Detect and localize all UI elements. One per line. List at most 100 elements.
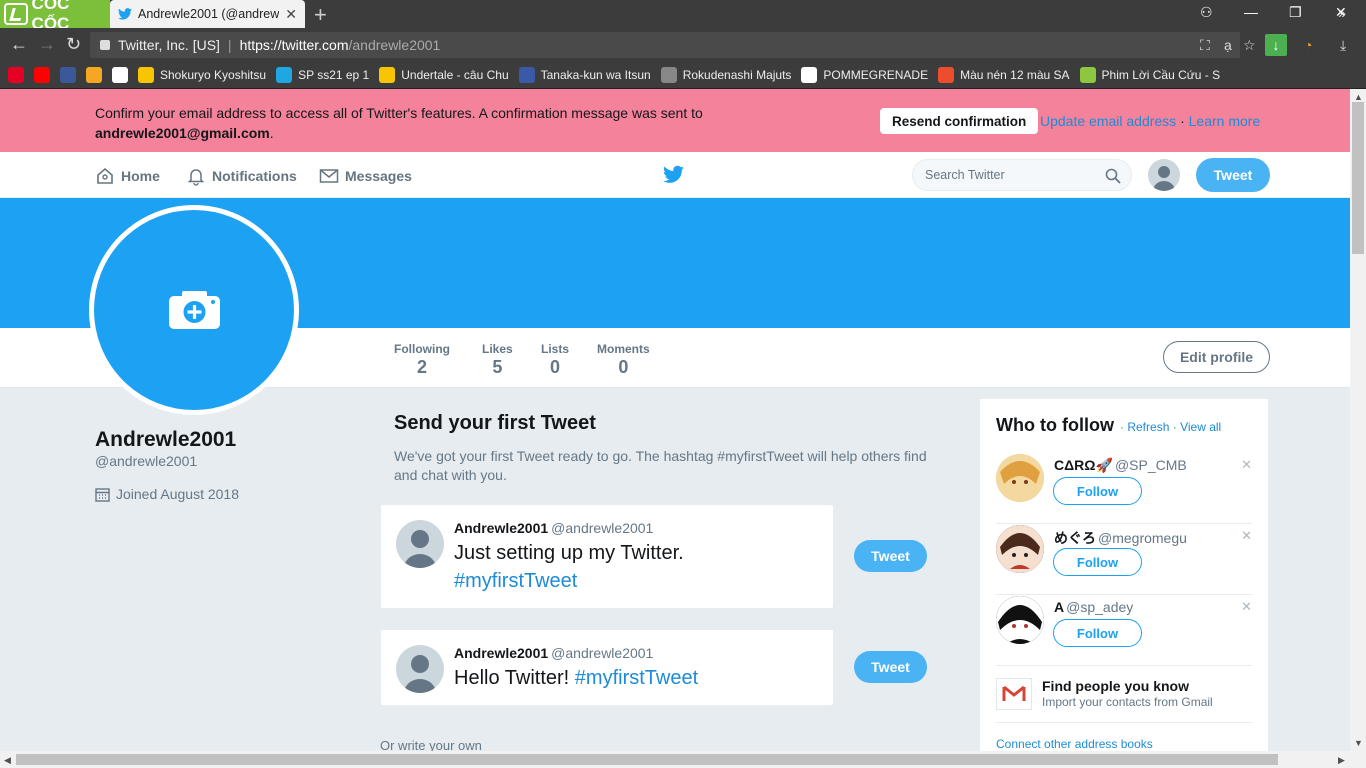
stat-following[interactable]: Following 2 [394,342,450,378]
nav-messages-label: Messages [345,168,412,184]
incognito-icon[interactable]: ⚇ [1200,4,1213,21]
view-all-link[interactable]: View all [1180,420,1221,434]
bookmark-item[interactable] [86,67,102,83]
suggestion-name[interactable]: A @sp_adey [1054,599,1133,615]
nav-notifications[interactable]: Notifications [186,166,297,186]
connect-address-books-link[interactable]: Connect other address books [996,737,1153,751]
nav-messages[interactable]: Messages [319,166,412,186]
find-people-row[interactable]: Find people you know Import your contact… [996,673,1252,723]
stat-moments[interactable]: Moments 0 [597,342,650,378]
suggestion-avatar[interactable] [996,525,1044,573]
dismiss-icon[interactable]: ✕ [1241,599,1252,615]
nav-tweet-button[interactable]: Tweet [1196,158,1270,192]
suggested-tweet-card: Andrewle2001 @andrewle2001 Hello Twitter!… [381,630,833,705]
resend-confirmation-button[interactable]: Resend confirmation [880,108,1039,134]
bookmark-item[interactable]: Rokudenashi Majuts [660,67,791,83]
search-input[interactable]: Search Twitter [912,159,1132,191]
card-hashtag[interactable]: #myfirstTweet [454,570,577,592]
scroll-left-icon[interactable]: ◀ [4,755,11,766]
minimize-icon[interactable]: — [1244,4,1258,20]
edit-profile-button[interactable]: Edit profile [1163,341,1270,373]
calendar-icon [95,487,110,502]
follow-button[interactable]: Follow [1053,619,1142,647]
scroll-up-icon[interactable]: ▲ [1354,92,1363,102]
twitter-logo-icon[interactable] [663,165,684,184]
follow-button[interactable]: Follow [1053,548,1142,576]
card-body: Just setting up my Twitter. [454,542,684,564]
bookmark-item[interactable]: POMMEGRENADE [801,67,928,83]
bookmark-star-icon[interactable]: ☆ [1243,37,1256,54]
bookmark-item[interactable]: Tanaka-kun wa Itsun [518,67,651,83]
extension-icon[interactable]: ◔ [1304,37,1312,53]
follow-suggestion: CΔRΩ🚀 @SP_CMB Follow ✕ [996,454,1252,524]
url-field[interactable]: Twitter, Inc. [US] | https://twitter.com… [90,32,1240,58]
stat-value: 0 [550,357,561,377]
bookmark-item[interactable] [8,67,24,83]
download-icon[interactable]: ⤓ [1340,37,1346,54]
spelling-icon[interactable]: ạ [1224,37,1232,53]
stat-likes[interactable]: Likes 5 [482,342,513,378]
address-bar-row: ← → ↻ Twitter, Inc. [US] | https://twitt… [0,28,1366,62]
bookmark-item[interactable]: Shokuryo Kyoshitsu [138,67,266,83]
scroll-down-icon[interactable]: ▼ [1354,738,1363,748]
bookmark-item[interactable] [112,67,128,83]
scroll-right-icon[interactable]: ▶ [1338,755,1345,766]
dismiss-icon[interactable]: ✕ [1241,528,1252,544]
translate-icon[interactable]: ⛶ [1200,37,1210,54]
twitter-bird-icon [118,8,132,20]
suggestion-avatar[interactable] [996,454,1044,502]
update-email-link[interactable]: Update email address [1040,113,1176,129]
who-to-follow-title: Who to follow [996,415,1114,435]
new-tab-icon[interactable]: + [314,2,327,28]
anime-avatar-icon [996,454,1044,502]
browser-brand[interactable]: CỐC CỐC [0,0,110,33]
suggestion-display-name: めぐろ [1054,530,1096,546]
stat-label: Following [394,342,450,356]
default-avatar-icon [1153,166,1175,191]
suggestion-avatar[interactable] [996,596,1044,644]
suggestion-name[interactable]: CΔRΩ🚀 @SP_CMB [1054,457,1187,474]
bookmark-item[interactable]: SP ss21 ep 1 [276,67,369,83]
back-icon[interactable]: ← [10,34,28,55]
card-tweet-button[interactable]: Tweet [854,651,927,683]
stat-lists[interactable]: Lists 0 [541,342,569,378]
search-icon[interactable] [1105,168,1121,184]
reload-icon[interactable]: ↻ [66,34,81,55]
card-author-handle: @andrewle2001 [551,520,654,536]
url-path: /andrewle2001 [348,37,441,53]
refresh-link[interactable]: Refresh [1127,420,1169,434]
browser-tab-active[interactable]: Andrewle2001 (@andrewle ✕ [110,0,305,28]
camera-plus-icon[interactable] [168,290,221,330]
suggestion-name[interactable]: めぐろ @megromegu [1054,528,1187,548]
bookmark-label: Undertale - câu Chu [401,68,509,82]
bookmark-item[interactable] [60,67,76,83]
bookmark-item[interactable]: Màu nén 12 màu SA [938,67,1070,83]
tab-close-icon[interactable]: ✕ [285,6,297,23]
banner-message-text: Confirm your email address to access all… [95,105,703,121]
bookmarks-more-icon[interactable]: » [1338,5,1346,21]
bookmark-item[interactable]: Phim Lời Cầu Cứu - S [1079,67,1220,83]
download-green-icon[interactable]: ↓ [1265,34,1287,56]
bell-icon [187,169,205,186]
url-site-label: Twitter, Inc. [US] [118,37,220,53]
bookmark-item[interactable] [34,67,50,83]
bookmark-label: POMMEGRENADE [823,68,929,82]
url-separator: | [227,37,232,53]
bookmark-item[interactable]: Undertale - câu Chu [379,67,509,83]
dismiss-icon[interactable]: ✕ [1241,457,1252,473]
banner-links: Update email address · Learn more [1040,113,1260,129]
nav-home[interactable]: Home [95,166,160,186]
bookmark-favicon-icon [379,67,396,83]
anime-avatar-icon [996,525,1044,573]
horizontal-scroll-thumb[interactable] [16,754,1278,765]
default-avatar-icon [404,655,436,693]
follow-button[interactable]: Follow [1053,477,1142,505]
vertical-scroll-thumb[interactable] [1352,102,1364,254]
forward-icon[interactable]: → [38,34,56,55]
card-tweet-button[interactable]: Tweet [854,540,927,572]
card-hashtag[interactable]: #myfirstTweet [575,667,698,689]
suggested-tweet-card: Andrewle2001 @andrewle2001 Just setting u… [381,505,833,608]
learn-more-link[interactable]: Learn more [1189,113,1261,129]
nav-avatar[interactable] [1148,159,1180,191]
restore-icon[interactable]: ❐ [1289,4,1302,21]
